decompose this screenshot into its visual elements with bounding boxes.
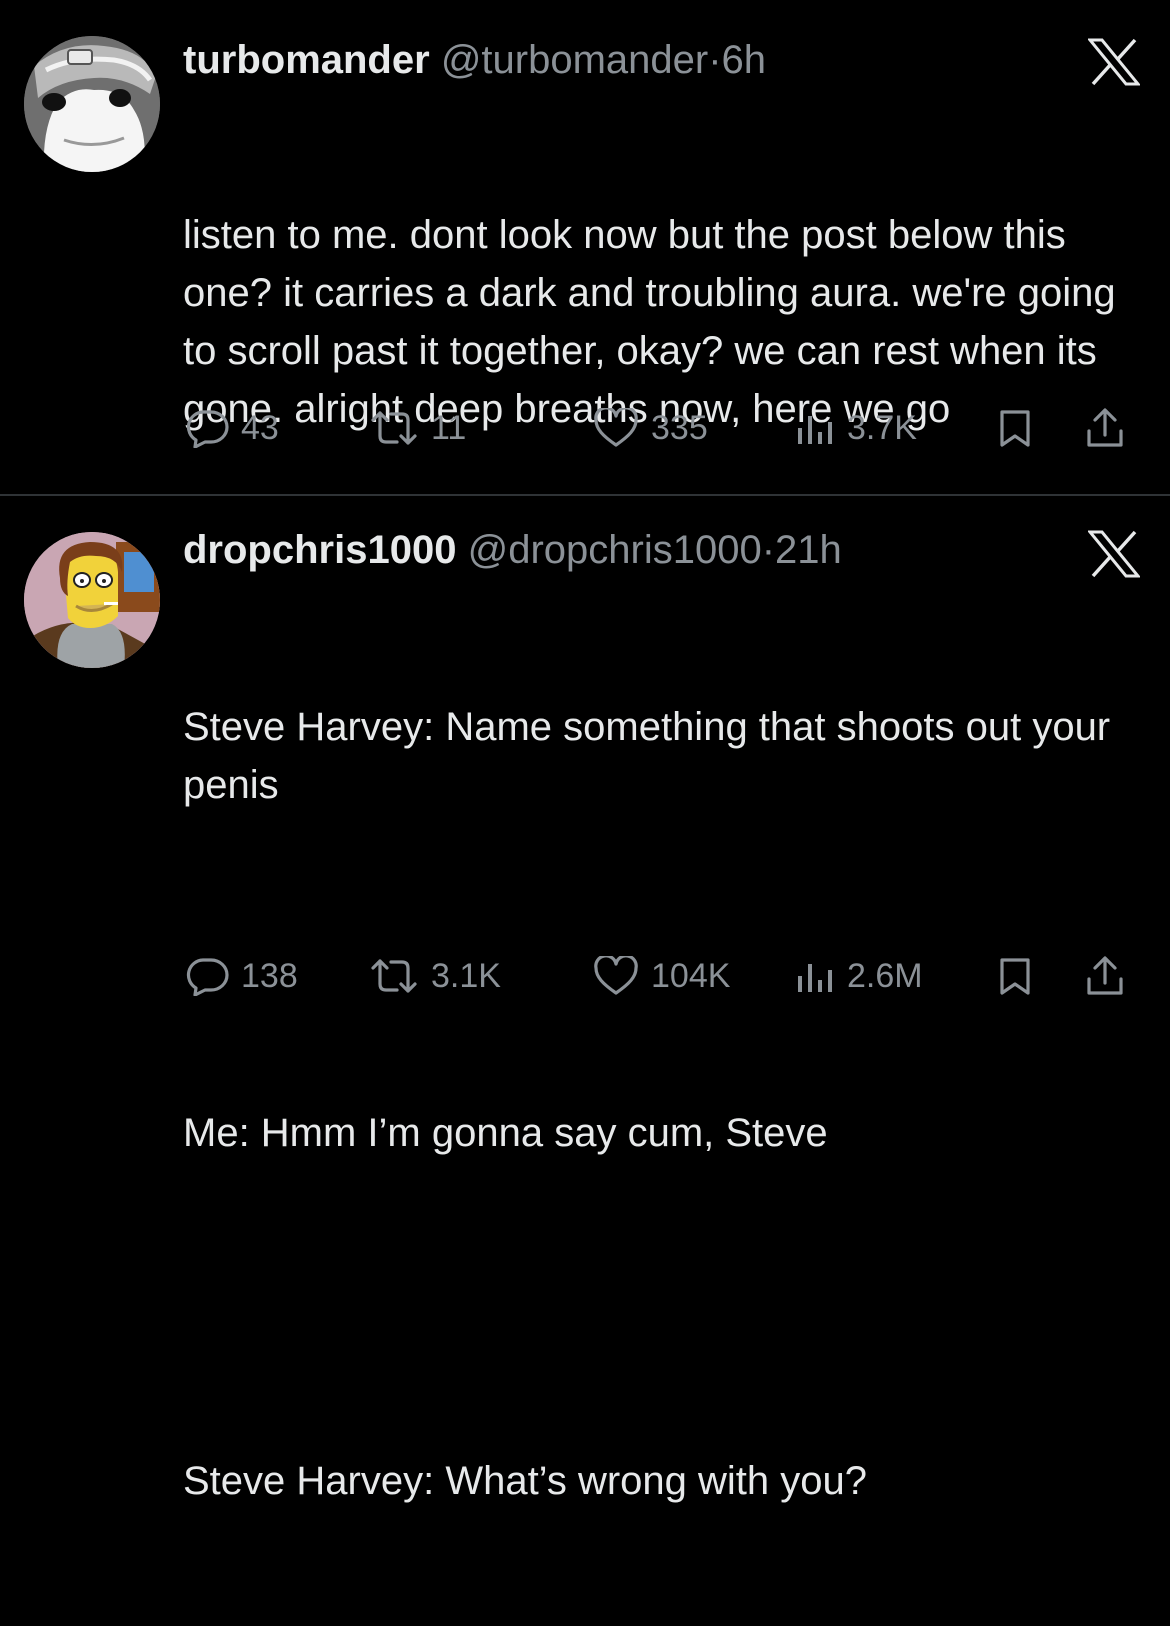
heart-icon [594, 956, 638, 995]
repost-button[interactable]: 3.1K [369, 952, 501, 1000]
reply-count: 138 [241, 956, 298, 995]
post-text: Steve Harvey: Name something that shoots… [183, 582, 1143, 1626]
post-paragraph: Steve Harvey: Name something that shoots… [183, 705, 1122, 807]
post-time[interactable]: 6h [722, 38, 767, 82]
repost-button[interactable]: 11 [369, 404, 466, 452]
share-icon [1087, 956, 1123, 995]
action-bar: 43 11 335 3.7K [185, 404, 1145, 452]
post-text: listen to me. dont look now but the post… [183, 90, 1143, 554]
avatar-turbomander[interactable] [24, 36, 160, 172]
reply-count: 43 [241, 408, 279, 447]
share-icon [1087, 408, 1123, 447]
avatar-cartoon-man-icon [24, 532, 160, 668]
like-button[interactable]: 104K [593, 952, 730, 1000]
post-header: turbomander @turbomander·6h [183, 36, 766, 84]
bookmark-icon [1000, 958, 1030, 995]
post-1[interactable]: turbomander @turbomander·6h listen to me… [0, 0, 1170, 494]
action-bar: 138 3.1K 104K 2.6M [185, 952, 1145, 1000]
repost-icon [371, 411, 417, 445]
share-button[interactable] [1085, 952, 1125, 1000]
post-header: dropchris1000 @dropchris1000·21h [183, 526, 842, 574]
view-count: 2.6M [847, 956, 923, 995]
reply-icon [186, 958, 229, 996]
x-logo-icon [1088, 530, 1140, 578]
separator-dot: · [761, 528, 776, 572]
display-name[interactable]: dropchris1000 [183, 528, 456, 572]
reply-icon [186, 410, 229, 448]
like-count: 335 [651, 408, 708, 447]
like-count: 104K [651, 956, 731, 995]
user-handle[interactable]: @turbomander [441, 38, 708, 82]
avatar-frog-icon [24, 36, 160, 172]
repost-icon [371, 959, 417, 993]
reply-button[interactable]: 43 [185, 404, 279, 452]
bookmark-button[interactable] [997, 404, 1033, 452]
views-button[interactable]: 2.6M [795, 952, 923, 1000]
views-icon [798, 964, 832, 992]
heart-icon [594, 408, 638, 447]
reply-button[interactable]: 138 [185, 952, 298, 1000]
view-count: 3.7K [847, 408, 917, 447]
post-2[interactable]: dropchris1000 @dropchris1000·21h Steve H… [0, 496, 1170, 1503]
views-button[interactable]: 3.7K [795, 404, 917, 452]
views-icon [798, 416, 832, 444]
post-paragraph: Steve Harvey: What’s wrong with you? [183, 1459, 868, 1503]
x-logo-icon [1088, 38, 1140, 86]
post-paragraph: Me: Hmm I’m gonna say cum, Steve [183, 1111, 828, 1155]
post-time[interactable]: 21h [775, 528, 842, 572]
repost-count: 11 [431, 408, 467, 447]
display-name[interactable]: turbomander [183, 38, 430, 82]
user-handle[interactable]: @dropchris1000 [468, 528, 762, 572]
like-button[interactable]: 335 [593, 404, 708, 452]
share-button[interactable] [1085, 404, 1125, 452]
repost-count: 3.1K [431, 956, 501, 995]
bookmark-icon [1000, 410, 1030, 447]
avatar-dropchris1000[interactable] [24, 532, 160, 668]
separator-dot: · [708, 38, 722, 82]
bookmark-button[interactable] [997, 952, 1033, 1000]
